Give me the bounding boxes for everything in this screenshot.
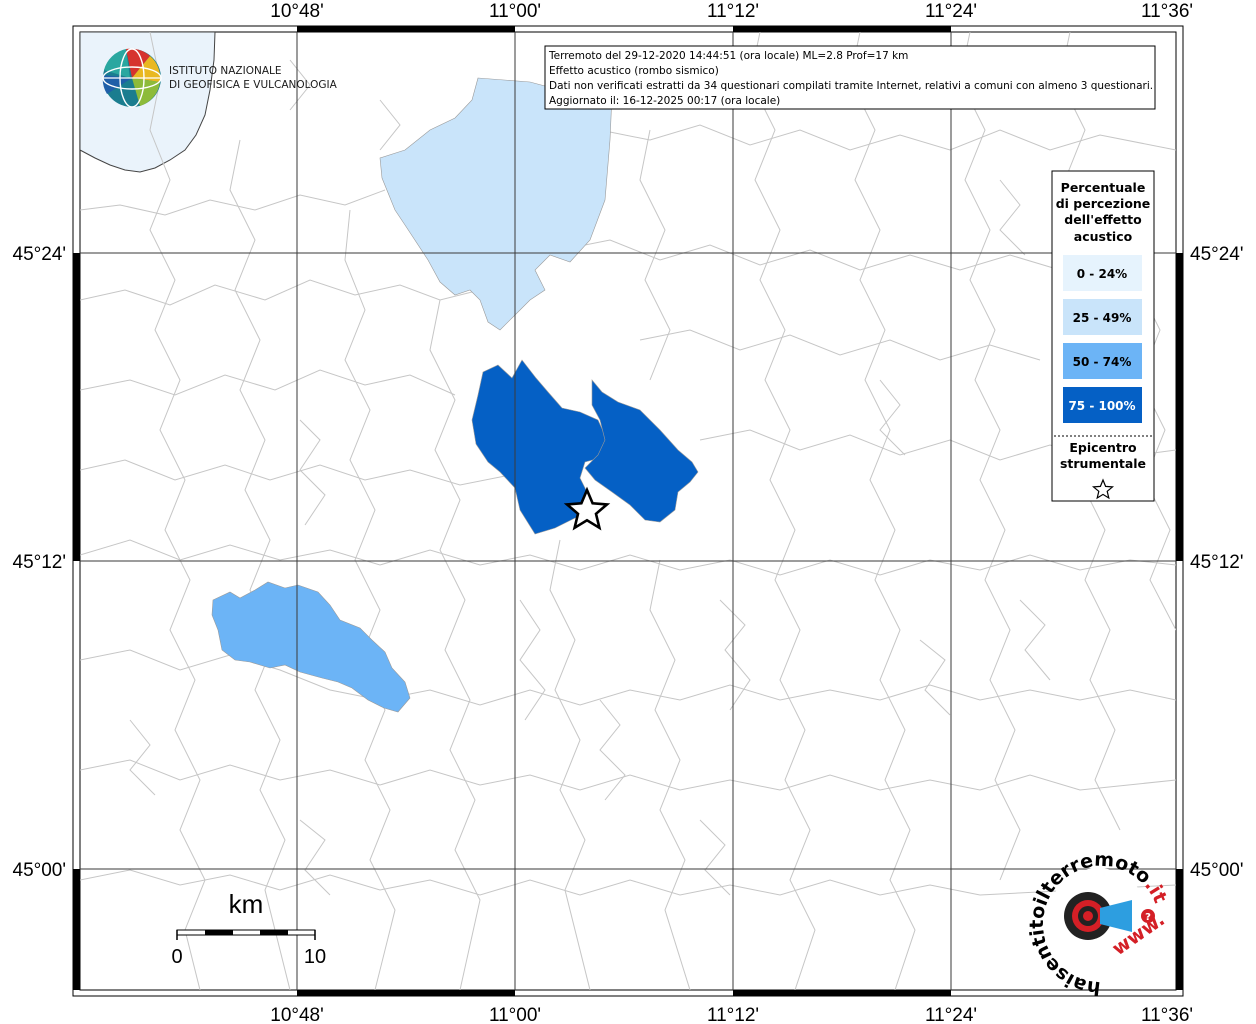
legend-epicenter-line: Epicentro [1069, 440, 1137, 455]
legend-title-line: di percezione [1056, 196, 1151, 211]
legend-swatch-label: 25 - 49% [1073, 311, 1132, 325]
lon-label-top: 11°12' [707, 1, 759, 22]
scale-unit: km [229, 889, 264, 919]
event-info-line: Effetto acustico (rombo sismico) [549, 65, 719, 77]
scale-max-label: 10 [304, 946, 326, 968]
legend-swatch-label: 0 - 24% [1077, 267, 1127, 281]
lat-label-right: 45°12' [1190, 552, 1244, 573]
scale-min-label: 0 [171, 946, 182, 968]
legend-epicenter-line: strumentale [1060, 456, 1146, 471]
event-info-line: Aggiornato il: 16-12-2025 00:17 (ora loc… [549, 95, 780, 107]
legend-title-line: dell'effetto [1064, 212, 1142, 227]
lon-label-bottom: 11°24' [925, 1005, 977, 1024]
event-info-box: Terremoto del 29-12-2020 14:44:51 (ora l… [544, 45, 1156, 110]
legend-swatch-label: 50 - 74% [1073, 355, 1132, 369]
legend-swatch-label: 75 - 100% [1068, 399, 1135, 413]
legend-title-line: Percentuale [1061, 180, 1146, 195]
ingv-logo-line2: DI GEOFISICA E VULCANOLOGIA [169, 79, 338, 91]
lon-label-top: 11°00' [489, 1, 541, 22]
legend: Percentuale di percezione dell'effetto a… [1051, 170, 1155, 502]
lon-label-top: 11°24' [925, 1, 977, 22]
lat-label-left: 45°12' [13, 552, 67, 573]
event-info-line: Terremoto del 29-12-2020 14:44:51 (ora l… [548, 50, 908, 62]
ingv-globe-icon [102, 48, 162, 108]
lat-label-left: 45°00' [13, 860, 67, 881]
lon-label-top: 11°36' [1141, 1, 1193, 22]
lat-label-left: 45°24' [13, 244, 67, 265]
map-frame-inner [79, 31, 1177, 991]
ingv-logo-line1: ISTITUTO NAZIONALE [169, 65, 282, 77]
lon-label-bottom: 11°00' [489, 1005, 541, 1024]
lat-label-right: 45°24' [1190, 244, 1244, 265]
lon-label-top: 10°48' [270, 1, 324, 22]
intensity-map: 10°48' 11°00' 11°12' 11°24' 11°36' 10°48… [13, 1, 1244, 1024]
lon-label-bottom: 11°36' [1141, 1005, 1193, 1024]
lon-label-bottom: 10°48' [270, 1005, 324, 1024]
legend-title-line: acustico [1074, 229, 1133, 244]
event-info-line: Dati non verificati estratti da 34 quest… [549, 80, 1153, 92]
lon-label-bottom: 11°12' [707, 1005, 759, 1024]
lat-label-right: 45°00' [1190, 860, 1244, 881]
